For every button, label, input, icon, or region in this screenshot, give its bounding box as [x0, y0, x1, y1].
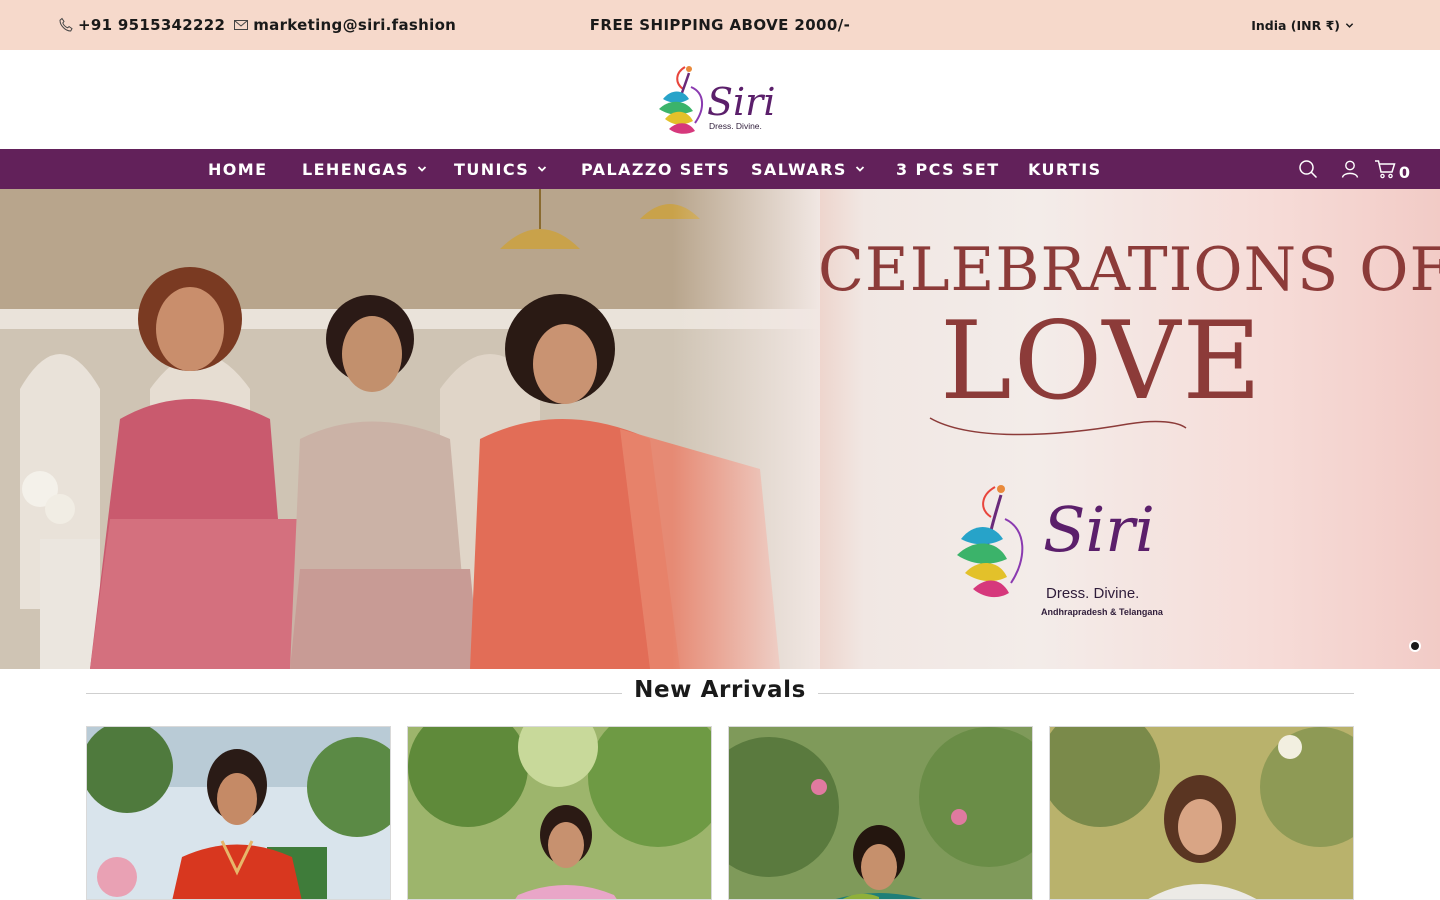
nav-item-tunics[interactable]: TUNICS — [454, 149, 547, 189]
nav-item-label: LEHENGAS — [302, 159, 410, 179]
hero-headline-line2: LOVE — [940, 299, 1264, 424]
chevron-down-icon — [855, 164, 865, 174]
search-icon[interactable] — [1298, 159, 1318, 179]
product-card[interactable] — [407, 726, 712, 900]
currency-label: India (INR ₹) — [1251, 17, 1340, 33]
account-icon[interactable] — [1340, 159, 1360, 179]
logo-tagline-text: Dress. Divine. — [709, 121, 762, 131]
nav-item-home[interactable]: HOME — [208, 149, 267, 189]
hero-photo — [0, 189, 820, 669]
logo-brand-text: Siri — [707, 80, 776, 124]
cart-icon — [1374, 159, 1396, 179]
header-tools: 0 — [1276, 149, 1410, 189]
hero-logo-brand: Siri — [1043, 493, 1155, 566]
email-link[interactable]: marketing@siri.fashion — [253, 16, 456, 34]
nav-item-label: SALWARS — [751, 159, 847, 179]
product-image — [408, 727, 711, 899]
cart-count: 0 — [1398, 162, 1410, 182]
product-card[interactable] — [1049, 726, 1354, 900]
nav-item-kurtis[interactable]: KURTIS — [1028, 149, 1102, 189]
currency-selector[interactable]: India (INR ₹) — [1251, 0, 1354, 50]
nav-item-label: HOME — [208, 159, 268, 179]
hero-banner[interactable]: CELEBRATIONS OF LOVE Siri Dress. Divine.… — [0, 189, 1440, 669]
divider — [818, 693, 1354, 694]
new-arrivals-header: New Arrivals — [86, 669, 1354, 719]
slide-indicator-dot[interactable] — [1411, 642, 1419, 650]
cart-button[interactable]: 0 — [1374, 157, 1410, 182]
phone-icon — [58, 17, 74, 33]
nav-item-salwars[interactable]: SALWARS — [751, 149, 865, 189]
product-image — [1050, 727, 1353, 899]
product-card[interactable] — [86, 726, 391, 900]
hero-headline-line1: CELEBRATIONS OF — [818, 235, 1440, 305]
hero-logo-region: Andhrapradesh & Telangana — [1041, 607, 1163, 617]
site-header: Siri Dress. Divine. — [0, 50, 1440, 149]
chevron-down-icon — [417, 164, 427, 174]
flourish-decoration — [929, 417, 1187, 436]
nav-item-label: KURTIS — [1028, 159, 1102, 179]
shipping-promo: FREE SHIPPING ABOVE 2000/- — [589, 16, 851, 34]
nav-item-label: PALAZZO SETS — [581, 159, 731, 179]
product-image — [87, 727, 390, 899]
section-title: New Arrivals — [634, 677, 806, 703]
mail-icon — [233, 17, 249, 33]
nav-item-label: TUNICS — [454, 159, 530, 179]
product-card[interactable] — [728, 726, 1033, 900]
nav-item-palazzo-sets[interactable]: PALAZZO SETS — [581, 149, 730, 189]
product-image — [729, 727, 1032, 899]
nav-item-label: 3 PCS SET — [896, 159, 1000, 179]
site-logo[interactable]: Siri Dress. Divine. — [655, 59, 785, 141]
contact-info: +91 9515342222 marketing@siri.fashion — [58, 0, 456, 50]
nav-item-lehengas[interactable]: LEHENGAS — [302, 149, 427, 189]
product-grid — [86, 726, 1354, 900]
main-navigation: HOME LEHENGAS TUNICS PALAZZO SETS SALWAR… — [0, 149, 1440, 189]
chevron-down-icon — [1345, 21, 1354, 30]
phone-link[interactable]: +91 9515342222 — [78, 16, 225, 34]
announcement-bar: +91 9515342222 marketing@siri.fashion FR… — [0, 0, 1440, 50]
nav-item-3-pcs-set[interactable]: 3 PCS SET — [896, 149, 1000, 189]
hero-logo-tagline: Dress. Divine. — [1046, 585, 1140, 602]
chevron-down-icon — [537, 164, 547, 174]
